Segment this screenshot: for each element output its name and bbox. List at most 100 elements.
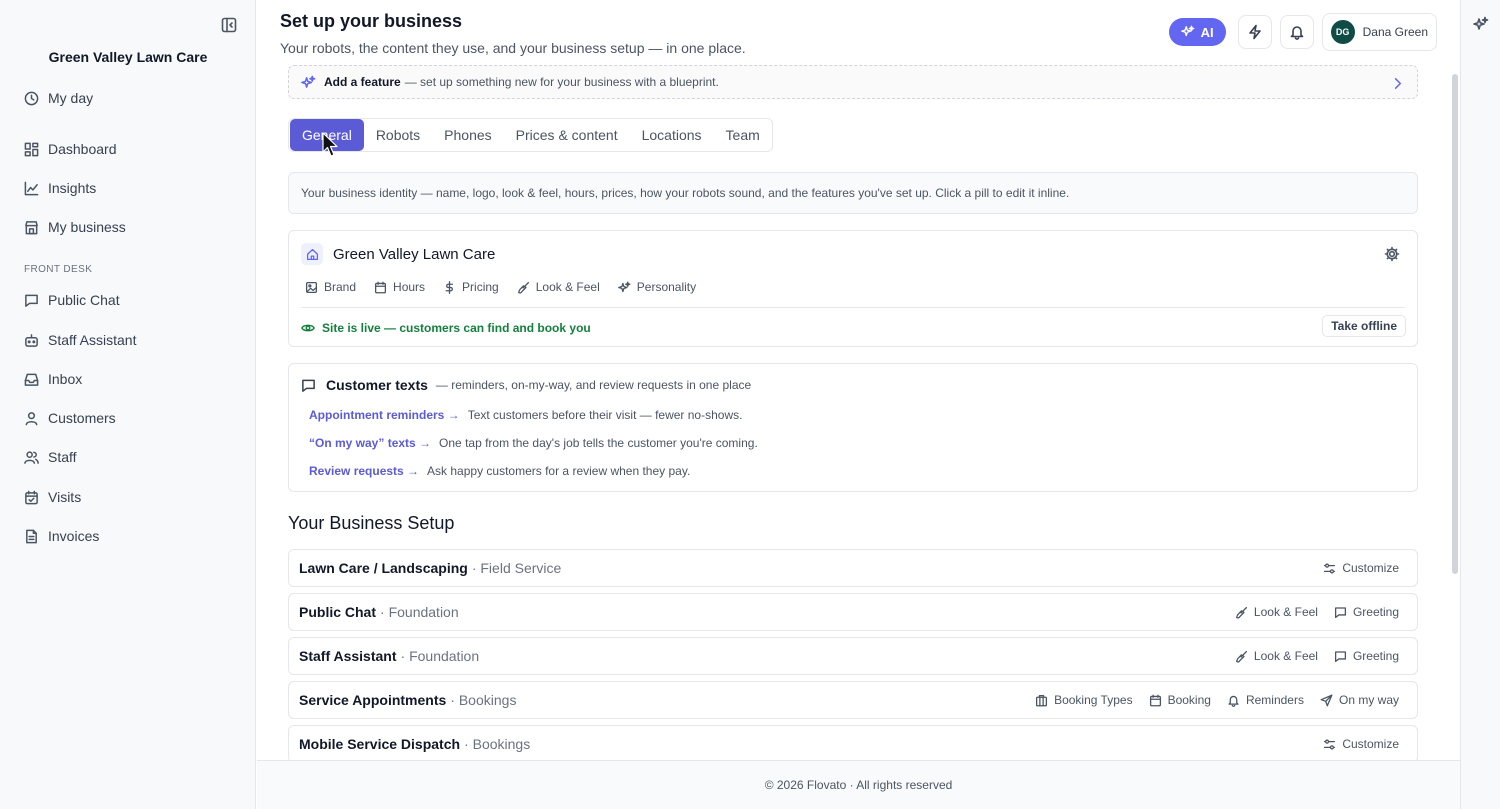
sliders-icon <box>1323 738 1336 751</box>
scrollbar[interactable] <box>1452 68 1458 754</box>
tab-locations[interactable]: Locations <box>630 119 714 151</box>
user-name: Dana Green <box>1362 25 1428 39</box>
pill-hours[interactable]: Hours <box>374 280 425 294</box>
sidebar-item-customers[interactable]: Customers <box>24 408 116 428</box>
setup-row-category: · Bookings <box>464 736 531 752</box>
users-icon <box>24 450 39 465</box>
sidebar-brand: Green Valley Lawn Care <box>48 49 208 65</box>
setup-row-category: · Bookings <box>450 692 517 708</box>
setup-row-name: Lawn Care / Landscaping <box>299 560 468 576</box>
chat-icon <box>301 378 318 393</box>
clock-icon <box>24 91 39 106</box>
calendar-icon <box>374 281 387 294</box>
home-icon <box>301 243 323 265</box>
calendar-icon <box>1149 694 1162 707</box>
sidebar-item-label: My day <box>48 90 94 106</box>
action-label: Reminders <box>1245 693 1304 707</box>
quick-actions-button[interactable] <box>1237 15 1272 49</box>
action-label: Greeting <box>1352 649 1399 663</box>
list-item-desc: Text customers before their visit — fewe… <box>467 408 743 422</box>
business-pills: Brand Hours Pricing Look & Feel Personal… <box>305 280 696 294</box>
sidebar: Green Valley Lawn Care My day Dashboard … <box>0 0 256 809</box>
ai-button[interactable]: AI <box>1168 18 1226 46</box>
greeting-button[interactable]: Greeting <box>1334 649 1399 663</box>
add-feature-bar[interactable]: Add a feature — set up something new for… <box>288 65 1418 99</box>
gear-icon[interactable] <box>1384 246 1400 262</box>
info-text: Your business identity — name, logo, loo… <box>301 186 1070 200</box>
booking-types-button[interactable]: Booking Types <box>1035 693 1133 707</box>
tab-phones[interactable]: Phones <box>432 119 503 151</box>
look-feel-button[interactable]: Look & Feel <box>1235 605 1318 619</box>
chevron-right-icon <box>1390 76 1403 89</box>
file-text-icon <box>24 529 39 544</box>
brush-icon <box>1235 650 1248 663</box>
appointment-reminders-link[interactable]: Appointment reminders → <box>309 408 460 422</box>
take-offline-button[interactable]: Take offline <box>1322 315 1406 337</box>
pill-label: Hours <box>393 280 426 294</box>
tab-bar: General Robots Phones Prices & content L… <box>288 118 773 152</box>
customer-texts-card: Customer texts — reminders, on-my-way, a… <box>288 363 1418 492</box>
setup-row[interactable]: Staff Assistant · Foundation Look & Feel… <box>288 637 1418 675</box>
chat-icon <box>24 293 39 308</box>
pill-brand[interactable]: Brand <box>305 280 356 294</box>
review-requests-link[interactable]: Review requests → <box>309 464 419 478</box>
sidebar-item-staff-assistant[interactable]: Staff Assistant <box>24 330 136 350</box>
sidebar-collapse-icon[interactable] <box>221 17 237 33</box>
business-setup-title: Your Business Setup <box>288 513 455 533</box>
send-icon <box>1320 694 1333 707</box>
greeting-button[interactable]: Greeting <box>1334 605 1399 619</box>
sidebar-item-insights[interactable]: Insights <box>24 178 96 198</box>
setup-row[interactable]: Lawn Care / Landscaping · Field Service … <box>288 549 1418 587</box>
sidebar-item-my-business[interactable]: My business <box>24 217 126 237</box>
on-my-way-button[interactable]: On my way <box>1320 693 1399 707</box>
footer: © 2026 Flovato · All rights reserved <box>257 760 1460 809</box>
setup-row[interactable]: Mobile Service Dispatch · Bookings Custo… <box>288 725 1418 760</box>
pill-label: Brand <box>324 280 357 294</box>
bell-icon <box>1289 24 1305 40</box>
sidebar-item-label: My business <box>48 219 126 235</box>
setup-row-name: Public Chat <box>299 604 377 620</box>
avatar: DG <box>1330 20 1355 44</box>
on-my-way-texts-link[interactable]: “On my way” texts → <box>309 436 431 450</box>
sidebar-item-staff[interactable]: Staff <box>24 447 77 467</box>
sidebar-item-label: Insights <box>48 180 97 196</box>
page-title: Set up your business <box>280 11 463 31</box>
scrollbar-thumb[interactable] <box>1452 74 1458 574</box>
setup-row-category: · Foundation <box>400 648 480 664</box>
action-label: Customize <box>1342 561 1399 575</box>
chat-icon <box>1334 650 1347 663</box>
image-icon <box>305 281 318 294</box>
building-icon <box>1035 694 1048 707</box>
customize-button[interactable]: Customize <box>1323 561 1399 575</box>
ai-button-label: AI <box>1200 24 1214 40</box>
pill-pricing[interactable]: Pricing <box>443 280 499 294</box>
tab-robots[interactable]: Robots <box>364 119 432 151</box>
user-menu[interactable]: DG Dana Green <box>1321 13 1437 51</box>
sidebar-item-label: Invoices <box>48 528 100 544</box>
list-item-desc: One tap from the day's job tells the cus… <box>439 436 758 450</box>
setup-row-name: Service Appointments <box>299 692 447 708</box>
business-name: Green Valley Lawn Care <box>333 245 496 263</box>
sidebar-item-my-day[interactable]: My day <box>24 88 93 108</box>
pill-personality[interactable]: Personality <box>617 280 696 294</box>
page-subtitle: Your robots, the content they use, and y… <box>280 40 746 56</box>
sidebar-item-public-chat[interactable]: Public Chat <box>24 290 120 310</box>
customize-button[interactable]: Customize <box>1323 737 1399 751</box>
sidebar-item-dashboard[interactable]: Dashboard <box>24 139 117 159</box>
look-feel-button[interactable]: Look & Feel <box>1235 649 1318 663</box>
tab-team[interactable]: Team <box>714 119 772 151</box>
pill-look-feel[interactable]: Look & Feel <box>517 280 600 294</box>
sidebar-item-inbox[interactable]: Inbox <box>24 369 82 389</box>
tab-prices-content[interactable]: Prices & content <box>504 119 630 151</box>
booking-button[interactable]: Booking <box>1149 693 1211 707</box>
notifications-button[interactable] <box>1279 15 1314 49</box>
reminders-button[interactable]: Reminders <box>1227 693 1304 707</box>
setup-row[interactable]: Service Appointments · Bookings Booking … <box>288 681 1418 719</box>
chart-line-icon <box>24 181 39 196</box>
sidebar-item-label: Customers <box>48 410 116 426</box>
setup-row[interactable]: Public Chat · Foundation Look & Feel Gre… <box>288 593 1418 631</box>
sidebar-item-invoices[interactable]: Invoices <box>24 526 99 546</box>
sidebar-item-visits[interactable]: Visits <box>24 487 81 507</box>
right-rail <box>1460 0 1500 809</box>
action-label: Look & Feel <box>1253 649 1318 663</box>
